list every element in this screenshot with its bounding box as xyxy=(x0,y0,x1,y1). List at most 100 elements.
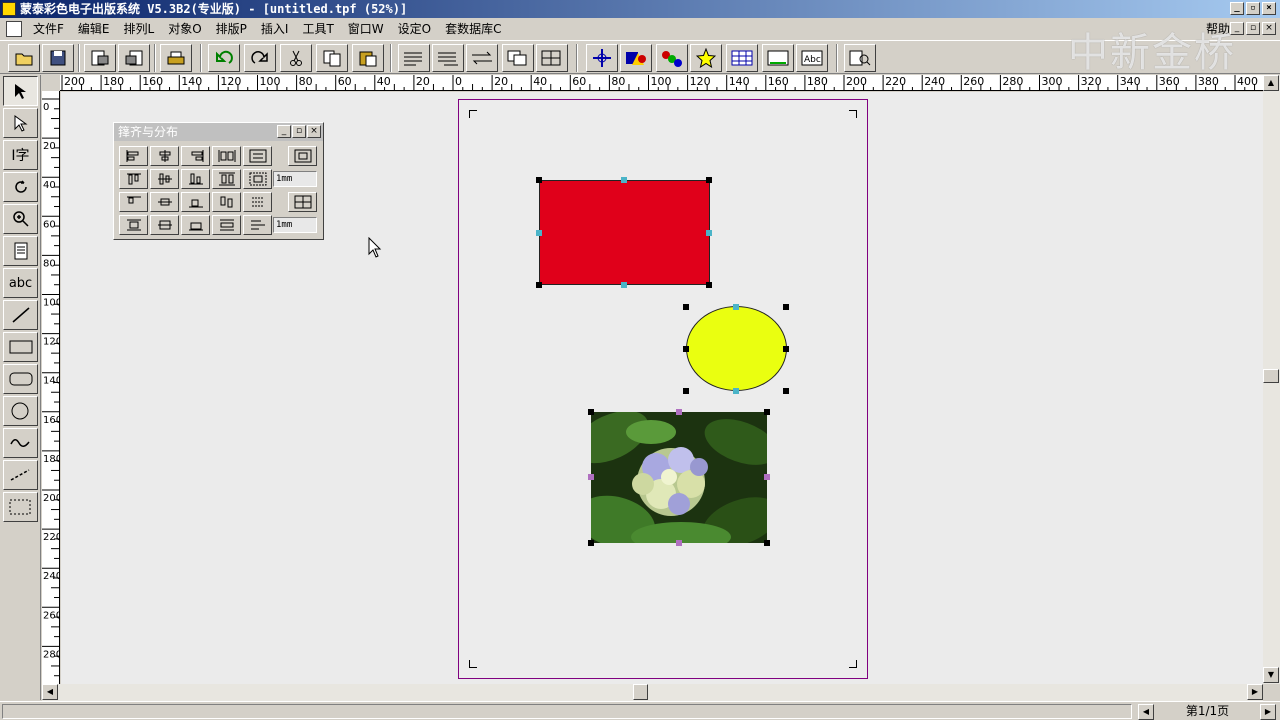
scroll-left-icon[interactable]: ◀ xyxy=(42,684,58,700)
text-tool-icon[interactable]: I字 xyxy=(3,140,38,170)
selection-handle[interactable] xyxy=(536,282,542,288)
import-icon[interactable] xyxy=(84,44,116,72)
panel-title-bar[interactable]: 箨齐与分布 _ ▫ × xyxy=(114,123,323,141)
menu-tools[interactable]: 工具T xyxy=(295,19,340,39)
selection-handle[interactable] xyxy=(536,177,542,183)
menu-file[interactable]: 文件F xyxy=(26,19,71,39)
text-flow-icon[interactable] xyxy=(398,44,430,72)
table-icon[interactable] xyxy=(726,44,758,72)
align-top-edge-icon[interactable] xyxy=(119,192,148,212)
yellow-ellipse[interactable] xyxy=(686,306,787,391)
maximize-button[interactable]: ▫ xyxy=(1246,2,1260,15)
selection-handle[interactable] xyxy=(783,304,789,310)
menu-database[interactable]: 套数据库C xyxy=(438,19,508,39)
distribute-h-icon[interactable] xyxy=(212,146,241,166)
selection-handle[interactable] xyxy=(683,304,689,310)
selection-handle[interactable] xyxy=(706,177,712,183)
align-bottom-icon[interactable] xyxy=(181,169,210,189)
selection-handle[interactable] xyxy=(676,540,682,546)
rounded-rect-tool-icon[interactable] xyxy=(3,364,38,394)
red-rectangle[interactable] xyxy=(539,180,710,285)
align-page-v-icon[interactable] xyxy=(288,192,317,212)
horizontal-ruler[interactable]: 200 180 160 140 120 100 80 60 40 20 0 20 40 60 80 100 12… xyxy=(60,75,1263,91)
redo-icon[interactable] xyxy=(244,44,276,72)
selection-handle[interactable] xyxy=(536,230,542,236)
text-flow2-icon[interactable] xyxy=(432,44,464,72)
align-center-h-icon[interactable] xyxy=(150,146,179,166)
align-middle-v-icon[interactable] xyxy=(150,169,179,189)
scroll-up-icon[interactable]: ▲ xyxy=(1263,75,1279,91)
distribute-bottom-v-icon[interactable] xyxy=(181,215,210,235)
selection-handle[interactable] xyxy=(764,540,770,546)
star-icon[interactable] xyxy=(690,44,722,72)
frame-tool-icon[interactable] xyxy=(3,492,38,522)
selection-handle[interactable] xyxy=(783,346,789,352)
selection-handle[interactable] xyxy=(783,388,789,394)
selection-handle[interactable] xyxy=(683,388,689,394)
cut-icon[interactable] xyxy=(280,44,312,72)
vertical-scrollbar[interactable]: ▲ ▼ xyxy=(1263,75,1280,684)
chart-icon[interactable] xyxy=(762,44,794,72)
align-left-icon[interactable] xyxy=(119,146,148,166)
curve-tool-icon[interactable] xyxy=(3,428,38,458)
text-box-icon[interactable]: Abc xyxy=(796,44,828,72)
horizontal-scroll-thumb[interactable] xyxy=(633,684,648,700)
selection-handle[interactable] xyxy=(733,304,739,310)
distribute-gap-custom-icon[interactable] xyxy=(243,215,272,235)
prev-page-icon[interactable]: ◀ xyxy=(1138,704,1154,720)
align-center-v-edge-icon[interactable] xyxy=(150,192,179,212)
selection-handle[interactable] xyxy=(733,388,739,394)
selection-handle[interactable] xyxy=(764,409,770,415)
menu-object[interactable]: 对象O xyxy=(161,19,208,39)
align-right-icon[interactable] xyxy=(181,146,210,166)
selection-handle[interactable] xyxy=(588,409,594,415)
align-top-icon[interactable] xyxy=(119,169,148,189)
menu-edit[interactable]: 编辑E xyxy=(71,19,117,39)
shapes-color-icon[interactable] xyxy=(620,44,652,72)
next-page-icon[interactable]: ▶ xyxy=(1260,704,1276,720)
select-tool-icon[interactable] xyxy=(3,76,38,106)
distribute-spacing-icon[interactable] xyxy=(243,146,272,166)
line-tool-icon[interactable] xyxy=(3,300,38,330)
group-icon[interactable] xyxy=(536,44,568,72)
rotate-tool-icon[interactable] xyxy=(3,172,38,202)
export-icon[interactable] xyxy=(118,44,150,72)
distribute-gap-v-icon[interactable] xyxy=(212,215,241,235)
vertical-scroll-thumb[interactable] xyxy=(1263,369,1279,383)
scroll-down-icon[interactable]: ▼ xyxy=(1263,667,1279,683)
color-palette-icon[interactable] xyxy=(656,44,688,72)
open-icon[interactable] xyxy=(8,44,40,72)
ellipse-tool-icon[interactable] xyxy=(3,396,38,426)
panel-maximize-button[interactable]: ▫ xyxy=(292,125,306,138)
hydrangea-photo[interactable] xyxy=(591,412,767,543)
preview-icon[interactable] xyxy=(844,44,876,72)
selection-handle[interactable] xyxy=(621,177,627,183)
scroll-right-icon[interactable]: ▶ xyxy=(1247,684,1263,700)
layer-icon[interactable] xyxy=(502,44,534,72)
dashed-line-tool-icon[interactable] xyxy=(3,460,38,490)
minimize-button[interactable]: _ xyxy=(1230,2,1244,15)
selection-handle[interactable] xyxy=(706,282,712,288)
menu-layout[interactable]: 排版P xyxy=(209,19,254,39)
doc-restore-button[interactable]: ▫ xyxy=(1246,22,1260,35)
menu-settings[interactable]: 设定O xyxy=(391,19,438,39)
selection-handle[interactable] xyxy=(764,474,770,480)
page-tool-icon[interactable] xyxy=(3,236,38,266)
node-select-tool-icon[interactable] xyxy=(3,108,38,138)
copy-icon[interactable] xyxy=(316,44,348,72)
selection-handle[interactable] xyxy=(588,540,594,546)
distribute-center-icon[interactable] xyxy=(243,192,272,212)
distribute-top-icon[interactable] xyxy=(212,192,241,212)
distribute-v-spacing-icon[interactable] xyxy=(243,169,272,189)
move-icon[interactable] xyxy=(586,44,618,72)
selection-handle[interactable] xyxy=(706,230,712,236)
selection-handle[interactable] xyxy=(676,409,682,415)
panel-close-button[interactable]: × xyxy=(307,125,321,138)
h-spacing-input[interactable]: 1mm xyxy=(273,171,317,187)
menu-arrange[interactable]: 排列L xyxy=(117,19,162,39)
close-button[interactable]: × xyxy=(1262,2,1276,15)
distribute-top-v-icon[interactable] xyxy=(119,215,148,235)
selection-handle[interactable] xyxy=(621,282,627,288)
selection-handle[interactable] xyxy=(683,346,689,352)
paste-icon[interactable] xyxy=(352,44,384,72)
